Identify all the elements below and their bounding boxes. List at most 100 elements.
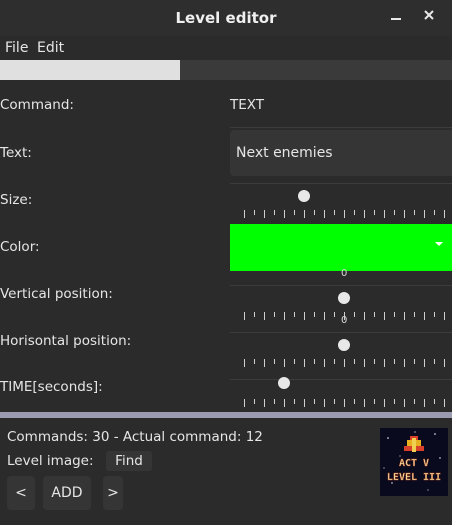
chevron-down-icon: [435, 242, 443, 246]
tick-label-zero: 0: [341, 268, 348, 279]
slider-tick: [314, 210, 315, 215]
color-label: Color:: [0, 239, 40, 255]
slider-ticks: [244, 210, 452, 218]
text-input[interactable]: Next enemies: [230, 130, 452, 176]
commands-status: Commands: 30 - Actual command: 12: [7, 429, 263, 445]
slider-tick: [244, 359, 245, 367]
minimize-icon: [391, 18, 401, 20]
slider-tick: [364, 210, 365, 218]
svg-text:ACT V: ACT V: [399, 458, 429, 469]
horizontal-position-label: Horisontal position:: [0, 333, 132, 349]
properties-panel: Command: TEXT Text: Next enemies Size: C…: [0, 80, 452, 412]
vertical-position-label: Vertical position:: [0, 286, 113, 302]
slider-tick: [404, 359, 405, 367]
slider-tick: [434, 399, 435, 404]
slider-tick: [304, 312, 305, 320]
add-command-button[interactable]: ADD: [43, 476, 91, 510]
command-value: TEXT: [230, 97, 265, 113]
previous-command-button[interactable]: <: [7, 476, 35, 510]
time-label: TIME[seconds]:: [0, 379, 103, 395]
tick-label-zero: 0: [341, 315, 348, 326]
time-slider[interactable]: [230, 371, 452, 412]
menu-edit[interactable]: Edit: [37, 40, 64, 56]
slider-tick: [274, 210, 275, 215]
color-picker[interactable]: [230, 224, 452, 271]
text-label: Text:: [0, 145, 32, 161]
window-title: Level editor: [175, 9, 277, 27]
slider-knob[interactable]: [338, 339, 350, 351]
slider-tick: [364, 359, 365, 367]
slider-tick: [294, 359, 295, 364]
slider-tick: [354, 312, 355, 317]
level-image-label: Level image:: [7, 453, 94, 469]
slider-tick: [254, 312, 255, 317]
slider-tick: [394, 399, 395, 404]
svg-text:LEVEL III: LEVEL III: [387, 472, 441, 483]
slider-tick: [374, 399, 375, 404]
slider-tick: [254, 210, 255, 215]
command-label: Command:: [0, 97, 74, 113]
slider-tick: [344, 210, 345, 218]
slider-tick: [444, 312, 445, 320]
slider-tick: [324, 210, 325, 218]
slider-ticks: [244, 359, 452, 367]
next-command-button[interactable]: >: [103, 476, 123, 510]
slider-tick: [264, 210, 265, 218]
slider-tick: [374, 312, 375, 317]
slider-tick: [284, 210, 285, 218]
slider-tick: [314, 359, 315, 364]
slider-tick: [264, 312, 265, 320]
slider-tick: [334, 210, 335, 215]
slider-tick: [304, 210, 305, 218]
slider-tick: [404, 210, 405, 218]
slider-tick: [424, 210, 425, 218]
slider-tick: [324, 312, 325, 320]
slider-tick: [244, 399, 245, 407]
text-input-value: Next enemies: [236, 145, 333, 161]
slider-tick: [434, 312, 435, 317]
slider-knob[interactable]: [278, 377, 290, 389]
slider-tick: [444, 210, 445, 218]
close-button[interactable]: [422, 8, 436, 26]
slider-tick: [264, 399, 265, 407]
tab-active[interactable]: [0, 60, 180, 80]
slider-tick: [294, 312, 295, 317]
slider-tick: [434, 359, 435, 364]
slider-tick: [294, 399, 295, 404]
slider-tick: [354, 399, 355, 404]
slider-tick: [424, 359, 425, 367]
slider-knob[interactable]: [298, 190, 310, 202]
bottom-panel: Commands: 30 - Actual command: 12 Level …: [0, 418, 452, 525]
slider-tick: [254, 399, 255, 404]
slider-tick: [414, 399, 415, 404]
slider-ticks: [244, 312, 452, 320]
slider-tick: [394, 312, 395, 317]
menu-file[interactable]: File: [5, 40, 28, 56]
slider-tick: [314, 399, 315, 404]
slider-tick: [394, 210, 395, 215]
slider-tick: [414, 312, 415, 317]
slider-tick: [334, 359, 335, 364]
slider-tick: [294, 210, 295, 215]
slider-tick: [404, 312, 405, 320]
slider-ticks: [244, 399, 452, 407]
slider-tick: [244, 210, 245, 218]
slider-tick: [334, 399, 335, 404]
level-image-graphic: ACT V LEVEL III: [380, 428, 448, 496]
slider-tick: [274, 359, 275, 364]
row-separator: [230, 127, 452, 128]
slider-knob[interactable]: [338, 292, 350, 304]
slider-tick: [354, 359, 355, 364]
slider-tick: [284, 399, 285, 407]
slider-tick: [374, 359, 375, 364]
minimize-button[interactable]: [389, 8, 403, 26]
slider-tick: [274, 312, 275, 317]
slider-tick: [344, 359, 345, 367]
slider-tick: [284, 359, 285, 367]
slider-tick: [274, 399, 275, 404]
slider-tick: [444, 399, 445, 407]
slider-tick: [244, 312, 245, 320]
slider-tick: [444, 359, 445, 367]
find-button[interactable]: Find: [106, 451, 152, 471]
slider-tick: [314, 312, 315, 317]
